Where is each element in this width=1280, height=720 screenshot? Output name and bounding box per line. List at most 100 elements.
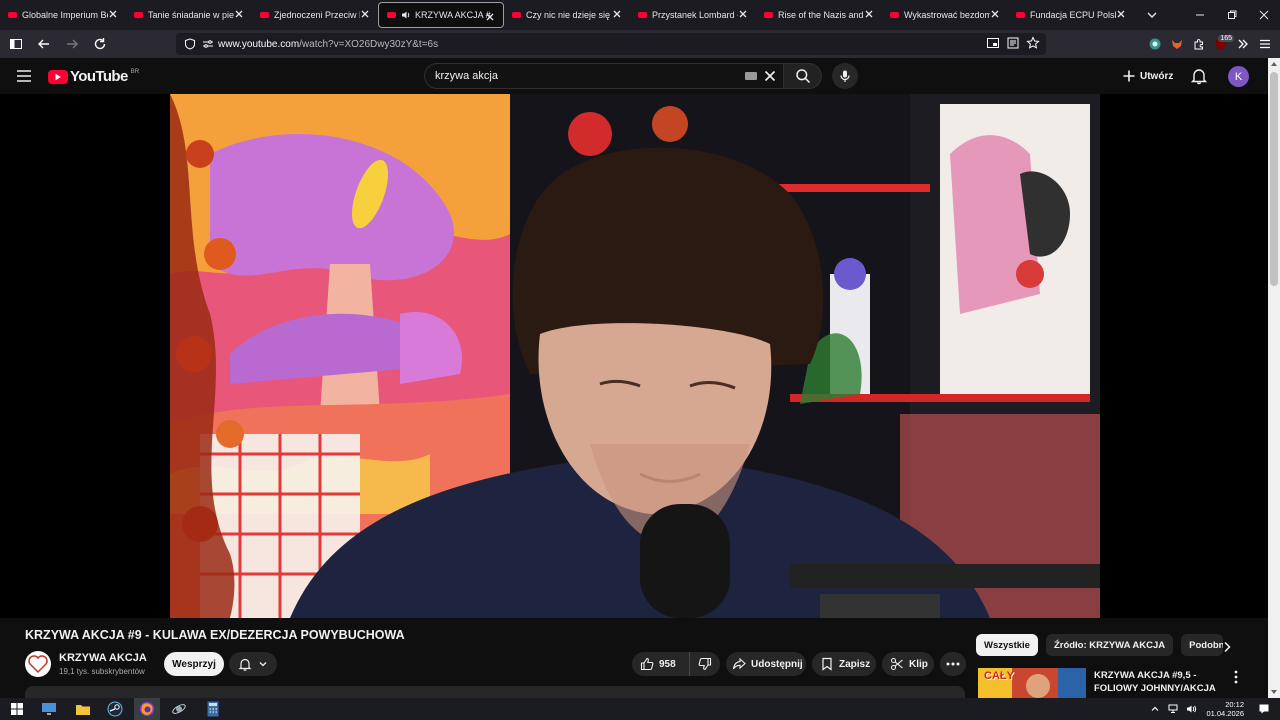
browser-tab[interactable]: Tanie śniadanie w piekarn xyxy=(126,0,252,30)
clear-search-icon[interactable] xyxy=(763,69,777,83)
youtube-favicon-icon xyxy=(512,12,521,18)
browser-tab[interactable]: Wykastrować bezdomno xyxy=(882,0,1008,30)
chevron-right-icon[interactable] xyxy=(1220,640,1234,654)
forward-button[interactable] xyxy=(60,32,84,56)
youtube-logo[interactable]: YouTube BR xyxy=(48,68,139,85)
more-tools-chevron-icon[interactable] xyxy=(1236,37,1250,51)
close-tab-icon[interactable] xyxy=(485,12,495,22)
chip-all[interactable]: Wszystkie xyxy=(976,634,1038,656)
browser-tab[interactable]: Czy nic nie dzieje się przy xyxy=(504,0,630,30)
close-tab-icon[interactable] xyxy=(360,9,370,19)
recommendation-thumbnail[interactable]: CAŁY xyxy=(978,668,1086,698)
channel-name[interactable]: KRZYWA AKCJA xyxy=(59,652,147,664)
shield-icon[interactable] xyxy=(184,38,196,50)
taskbar-app-calculator[interactable] xyxy=(204,700,222,718)
close-window-button[interactable] xyxy=(1248,0,1280,30)
network-icon[interactable] xyxy=(1168,704,1180,714)
volume-icon[interactable] xyxy=(1186,704,1198,714)
notifications-bell-icon[interactable] xyxy=(1190,67,1208,85)
close-tab-icon[interactable] xyxy=(234,9,244,19)
account-avatar[interactable]: K xyxy=(1228,66,1249,87)
taskbar-app-steam[interactable] xyxy=(106,700,124,718)
browser-tab[interactable]: Fundacja ECPU Polska: Li xyxy=(1008,0,1134,30)
satellite-icon xyxy=(172,704,186,714)
tray-chevron-up-icon[interactable] xyxy=(1150,704,1160,714)
thumbs-up-icon xyxy=(640,657,654,671)
chip-related[interactable]: Podobne xyxy=(1181,634,1224,656)
close-tab-icon[interactable] xyxy=(990,9,1000,19)
taskbar-app-firefox[interactable] xyxy=(134,698,160,720)
video-player[interactable] xyxy=(0,94,1268,618)
start-button[interactable] xyxy=(8,700,26,718)
chip-from-channel[interactable]: Źródło: KRZYWA AKCJA xyxy=(1045,634,1174,656)
share-button[interactable]: Udostępnij xyxy=(726,652,806,676)
more-vertical-icon[interactable] xyxy=(1234,670,1238,684)
support-button[interactable]: Wesprzyj xyxy=(164,652,224,676)
scissors-icon xyxy=(891,658,903,670)
monitor-icon xyxy=(42,703,56,715)
window-controls xyxy=(1184,0,1280,30)
voice-search-button[interactable] xyxy=(832,63,858,89)
channel-avatar[interactable] xyxy=(25,651,51,677)
browser-tab-active[interactable]: KRZYWA AKCJA #9 - xyxy=(378,2,504,28)
fox-extension-icon[interactable] xyxy=(1170,37,1184,51)
video-frame[interactable] xyxy=(170,94,1100,618)
windows-logo-icon xyxy=(11,703,23,715)
close-tab-icon[interactable] xyxy=(1116,9,1126,19)
scroll-up-arrow-icon[interactable] xyxy=(1271,62,1277,66)
guide-menu-icon[interactable] xyxy=(14,66,34,86)
logo-wordmark: YouTube xyxy=(70,68,128,85)
bookmark-icon xyxy=(822,657,832,671)
close-tab-icon[interactable] xyxy=(612,9,622,19)
browser-tab[interactable]: Globalne Imperium Bezk xyxy=(0,0,126,30)
vpn-extension-icon[interactable] xyxy=(1148,37,1162,51)
address-bar[interactable]: www.youtube.com/watch?v=XO26Dwy30zY&t=6s xyxy=(176,33,1046,55)
subscription-notifications-button[interactable] xyxy=(229,652,277,676)
like-button[interactable]: 958 xyxy=(632,652,690,676)
back-button[interactable] xyxy=(32,32,56,56)
search-input[interactable] xyxy=(435,70,735,82)
share-label: Udostępnij xyxy=(751,658,803,670)
minimize-button[interactable] xyxy=(1184,0,1216,30)
youtube-favicon-icon xyxy=(638,12,647,18)
speaker-icon[interactable] xyxy=(401,10,411,20)
tab-title: Przystanek Lombard - Od xyxy=(652,10,738,20)
close-tab-icon[interactable] xyxy=(864,9,874,19)
reload-icon xyxy=(94,38,106,50)
scrollbar-thumb[interactable] xyxy=(1270,72,1278,286)
more-actions-button[interactable] xyxy=(940,652,966,676)
browser-tab[interactable]: Przystanek Lombard - Od xyxy=(630,0,756,30)
clip-button[interactable]: Klip xyxy=(882,652,934,676)
reader-view-icon[interactable] xyxy=(1006,36,1020,50)
clip-label: Klip xyxy=(909,658,928,670)
close-tab-icon[interactable] xyxy=(738,9,748,19)
youtube-favicon-icon xyxy=(387,12,396,18)
tab-list-chevron-icon[interactable] xyxy=(1142,5,1162,25)
close-tab-icon[interactable] xyxy=(108,9,118,19)
windows-taskbar: 20:12 01.04.2026 xyxy=(0,698,1280,720)
bookmark-star-icon[interactable] xyxy=(1026,36,1040,50)
search-button[interactable] xyxy=(784,63,822,89)
hamburger-menu-icon[interactable] xyxy=(1258,37,1272,51)
description-box[interactable] xyxy=(25,686,965,698)
picture-in-picture-icon[interactable] xyxy=(986,36,1000,50)
restore-button[interactable] xyxy=(1216,0,1248,30)
site-permissions-icon[interactable] xyxy=(202,38,214,50)
create-button[interactable]: Utwórz xyxy=(1116,64,1179,88)
ublock-extension[interactable]: 165 xyxy=(1214,35,1234,51)
sidebar-toggle-button[interactable] xyxy=(4,32,28,56)
reload-button[interactable] xyxy=(88,32,112,56)
taskbar-app-monitor[interactable] xyxy=(40,700,58,718)
keyboard-icon[interactable] xyxy=(745,72,757,80)
system-clock[interactable]: 20:12 01.04.2026 xyxy=(1206,700,1244,718)
browser-tab[interactable]: Rise of the Nazis and Ad xyxy=(756,0,882,30)
browser-tab[interactable]: Zjednoczeni Przeciw Ras xyxy=(252,0,378,30)
taskbar-app-explorer[interactable] xyxy=(74,700,92,718)
save-button[interactable]: Zapisz xyxy=(812,652,876,676)
puzzle-extensions-icon[interactable] xyxy=(1192,37,1206,51)
dislike-button[interactable] xyxy=(690,652,720,676)
notification-center-icon[interactable] xyxy=(1258,703,1270,715)
page-scrollbar[interactable] xyxy=(1268,58,1280,698)
scroll-down-arrow-icon[interactable] xyxy=(1271,690,1277,694)
taskbar-app-satellite[interactable] xyxy=(170,700,188,718)
